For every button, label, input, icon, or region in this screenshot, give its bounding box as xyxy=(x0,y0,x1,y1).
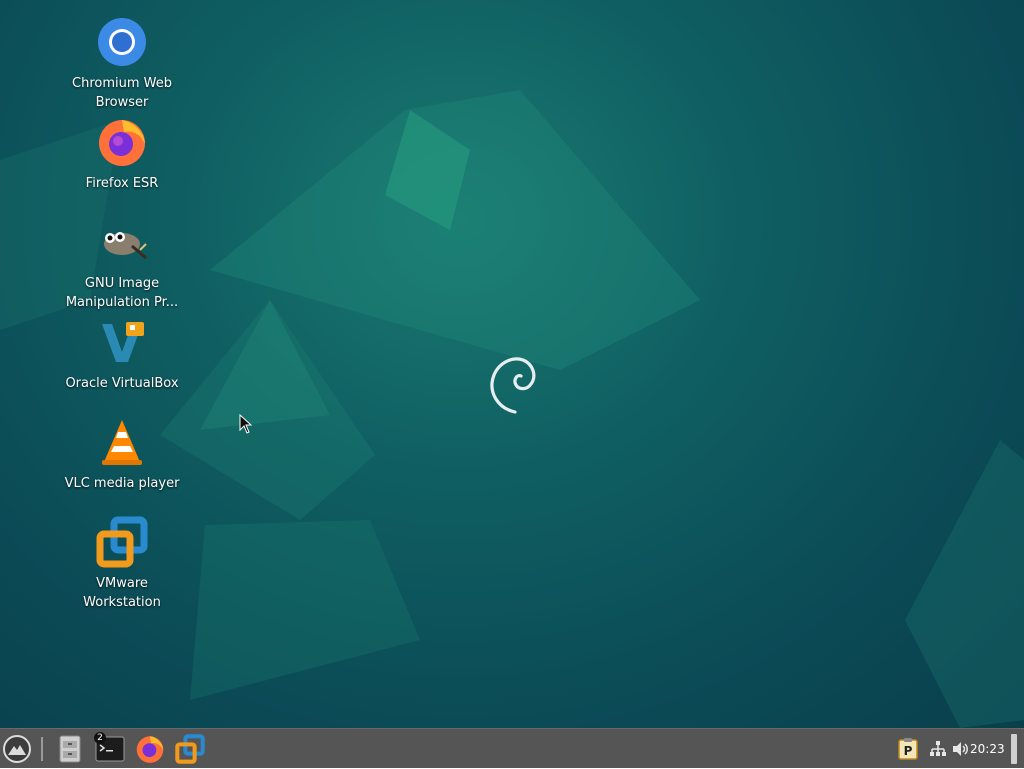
mouse-pointer-icon xyxy=(239,414,253,434)
app-menu-icon xyxy=(3,735,31,763)
clipboard-p-icon: P xyxy=(898,738,918,760)
desktop-icon-gimp[interactable]: GNU Image Manipulation Pr... xyxy=(62,216,182,312)
taskbar-firefox-button[interactable] xyxy=(133,732,167,766)
tray-network-button[interactable] xyxy=(928,737,948,761)
taskbar: 2 P 20:23 xyxy=(0,728,1024,768)
taskbar-file-manager-button[interactable] xyxy=(53,732,87,766)
desktop-icon-vlc[interactable]: VLC media player xyxy=(62,416,182,493)
chromium-icon xyxy=(96,16,148,68)
file-manager-icon xyxy=(59,735,81,763)
desktop[interactable]: Chromium Web Browser Firefox ESR GNU Ima… xyxy=(0,0,1024,728)
tray-clipboard-button[interactable]: P xyxy=(897,737,919,761)
network-icon xyxy=(930,741,946,756)
taskbar-vmware-button[interactable] xyxy=(173,732,207,766)
tray-clock[interactable]: 20:23 xyxy=(970,729,1005,769)
vlc-icon xyxy=(96,416,148,468)
firefox-icon xyxy=(136,736,164,763)
taskbar-show-desktop-handle[interactable] xyxy=(1011,734,1017,764)
desktop-icon-label: Chromium Web Browser xyxy=(72,76,172,110)
svg-text:P: P xyxy=(904,744,913,758)
desktop-icon-label: VMware Workstation xyxy=(83,576,161,610)
desktop-icon-label: VLC media player xyxy=(64,476,180,491)
desktop-icon-label: Firefox ESR xyxy=(85,176,159,191)
firefox-icon xyxy=(96,116,148,168)
desktop-icon-chromium[interactable]: Chromium Web Browser xyxy=(62,16,182,112)
vmware-icon xyxy=(175,734,205,764)
desktop-icon-firefox[interactable]: Firefox ESR xyxy=(62,116,182,193)
desktop-icon-label: Oracle VirtualBox xyxy=(65,376,179,391)
app-menu-button[interactable] xyxy=(0,732,34,766)
desktop-icon-vmware[interactable]: VMware Workstation xyxy=(62,516,182,612)
vmware-icon xyxy=(96,516,148,568)
debian-swirl-logo xyxy=(490,357,536,414)
tray-volume-button[interactable] xyxy=(950,737,970,761)
desktop-icon-virtualbox[interactable]: Oracle VirtualBox xyxy=(62,316,182,393)
taskbar-terminal-button[interactable]: 2 xyxy=(93,732,127,766)
window-count-badge: 2 xyxy=(94,732,106,744)
desktop-icon-label: GNU Image Manipulation Pr... xyxy=(65,276,179,310)
gimp-icon xyxy=(96,216,148,268)
volume-icon xyxy=(953,742,968,756)
taskbar-separator xyxy=(41,737,43,761)
virtualbox-icon xyxy=(96,316,148,368)
